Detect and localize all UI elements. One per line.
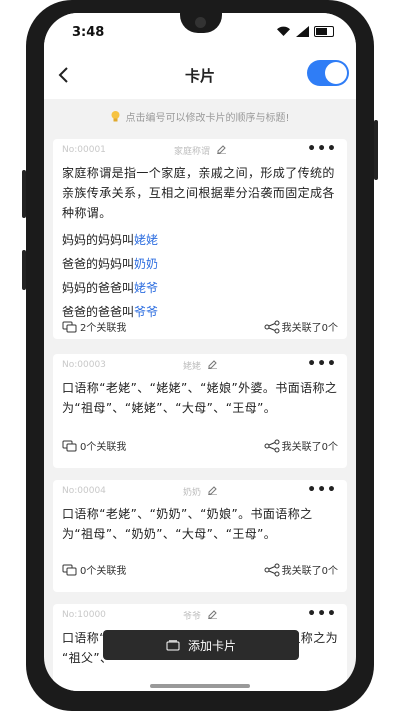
camera-notch <box>180 13 222 33</box>
app-header: 卡片 <box>44 51 356 99</box>
wifi-icon <box>277 26 290 36</box>
linked-me-button[interactable]: 0个关联我 <box>62 438 126 453</box>
card-title[interactable]: 家庭称谓 <box>53 144 347 157</box>
relation-list: 妈妈的妈妈叫姥姥 爸爸的妈妈叫奶奶 妈妈的爸爸叫姥爷 爸爸的爸爸叫爷爷 <box>62 228 338 324</box>
edit-icon[interactable] <box>207 610 217 620</box>
relation-link[interactable]: 姥姥 <box>134 233 158 247</box>
linked-me-button[interactable]: 0个关联我 <box>62 562 126 577</box>
status-bar: 3:48 <box>44 13 356 51</box>
card-content-left: 口语称“ <box>62 631 106 645</box>
copy-link-icon <box>62 321 77 332</box>
card-icon <box>166 639 180 650</box>
card-content: 口语称“老姥”、“姥姥”、“姥娘”外婆。书面语称之为“祖母”、“姥姥”、“大母”… <box>62 381 338 415</box>
card[interactable]: No:00001 家庭称谓 ••• 家庭称谓是指一个家庭，亲戚之间，形成了传统的… <box>53 139 347 339</box>
view-toggle[interactable] <box>307 60 349 86</box>
tip-text: 点击编号可以修改卡片的顺序与标题! <box>125 112 290 124</box>
edit-icon[interactable] <box>207 486 217 496</box>
i-linked-label: 我关联了0个 <box>281 323 338 334</box>
lightbulb-icon <box>111 111 120 122</box>
edit-icon[interactable] <box>216 145 226 155</box>
card-content: 家庭称谓是指一个家庭，亲戚之间，形成了传统的亲族传承关系，互相之间根据辈分沿袭而… <box>62 166 335 220</box>
relation-link[interactable]: 奶奶 <box>134 257 158 271</box>
share-nodes-icon <box>264 439 280 452</box>
card-content: 口语称“老姥”、“奶奶”、“奶娘”。书面语称之为“祖母”、“奶奶”、“大母”、“… <box>62 507 313 541</box>
i-linked-button[interactable]: 我关联了0个 <box>264 438 338 453</box>
relation-item: 妈妈的妈妈叫姥姥 <box>62 228 338 252</box>
more-options-icon[interactable]: ••• <box>307 142 337 156</box>
linked-me-label: 0个关联我 <box>80 442 127 453</box>
relation-link[interactable]: 姥爷 <box>134 281 158 295</box>
share-nodes-icon <box>264 563 280 576</box>
battery-icon <box>314 26 334 37</box>
card-title-text: 家庭称谓 <box>174 147 211 157</box>
add-card-button[interactable]: 添加卡片 <box>103 630 299 660</box>
share-nodes-icon <box>264 320 280 333</box>
linked-me-label: 0个关联我 <box>80 566 127 577</box>
card[interactable]: No:00003 姥姥 ••• 口语称“老姥”、“姥姥”、“姥娘”外婆。书面语称… <box>53 354 347 468</box>
more-options-icon[interactable]: ••• <box>307 357 337 371</box>
i-linked-label: 我关联了0个 <box>281 566 338 577</box>
toggle-knob <box>325 62 347 84</box>
relation-prefix: 妈妈的爸爸叫 <box>62 281 135 295</box>
card-title-text: 奶奶 <box>183 488 202 498</box>
linked-me-label: 2个关联我 <box>80 323 127 334</box>
card-title[interactable]: 奶奶 <box>53 485 347 498</box>
card-title-text: 爷爷 <box>183 612 202 622</box>
card-title-text: 姥姥 <box>183 362 202 372</box>
copy-link-icon <box>62 440 77 451</box>
home-indicator[interactable] <box>150 684 250 688</box>
edit-icon[interactable] <box>207 360 217 370</box>
card-title[interactable]: 姥姥 <box>53 359 347 372</box>
i-linked-button[interactable]: 我关联了0个 <box>264 562 338 577</box>
camera-icon <box>195 17 206 28</box>
more-options-icon[interactable]: ••• <box>307 607 337 621</box>
card[interactable]: No:00004 奶奶 ••• 口语称“老姥”、“奶奶”、“奶娘”。书面语称之为… <box>53 480 347 592</box>
relation-item: 爸爸的妈妈叫奶奶 <box>62 252 338 276</box>
side-button <box>374 120 378 180</box>
i-linked-label: 我关联了0个 <box>281 442 338 453</box>
signal-icon <box>296 26 309 37</box>
more-options-icon[interactable]: ••• <box>307 483 337 497</box>
tip-banner: 点击编号可以修改卡片的顺序与标题! <box>44 99 356 133</box>
add-card-label: 添加卡片 <box>187 638 236 653</box>
relation-prefix: 爸爸的妈妈叫 <box>62 257 135 271</box>
relation-prefix: 妈妈的妈妈叫 <box>62 233 135 247</box>
copy-link-icon <box>62 564 77 575</box>
status-time: 3:48 <box>72 25 105 40</box>
card-title[interactable]: 爷爷 <box>53 609 347 622</box>
i-linked-button[interactable]: 我关联了0个 <box>264 319 338 334</box>
screen: 3:48 卡片 点击编号可以修改卡片的顺序与标题! No:00001 家庭称谓 … <box>44 13 356 691</box>
status-icons <box>276 26 334 37</box>
relation-item: 妈妈的爸爸叫姥爷 <box>62 276 338 300</box>
linked-me-button[interactable]: 2个关联我 <box>62 319 126 334</box>
